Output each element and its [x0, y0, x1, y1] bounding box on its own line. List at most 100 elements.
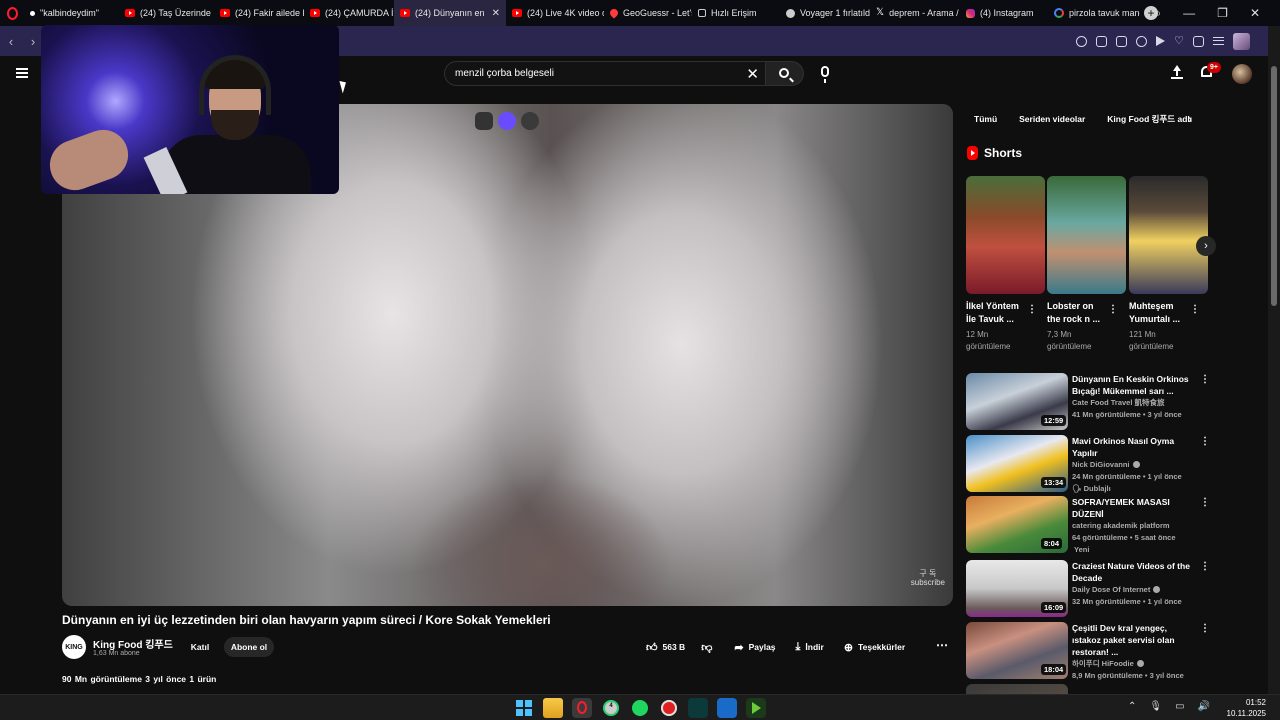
recommended-channel-row[interactable]: 하이푸디 HiFoodie — [1072, 658, 1192, 670]
download-icon[interactable] — [1193, 35, 1204, 47]
browser-tab[interactable]: GeoGuessr - Let's e — [604, 0, 692, 26]
kebab-menu-icon[interactable]: ⋮ — [1200, 374, 1210, 385]
page-scrollbar[interactable] — [1268, 26, 1280, 694]
short-title[interactable]: İlkel Yöntem İle Tavuk ... — [966, 300, 1028, 326]
miniplayer-icon[interactable] — [475, 112, 493, 130]
join-button[interactable]: Katıl — [183, 637, 217, 657]
windows-start-icon[interactable] — [514, 698, 534, 718]
browser-tab[interactable]: (24) Fakir ailede ked — [214, 0, 304, 26]
browser-tab[interactable]: (24) Live 4K video o — [506, 0, 604, 26]
short-item[interactable]: Muhteşem Yumurtalı ... 121 Mn görüntülem… — [1129, 176, 1208, 353]
search-tabs-icon[interactable]: ⌕ — [1154, 6, 1161, 21]
short-item[interactable]: Lobster on the rock n ... 7,3 Mn görüntü… — [1047, 176, 1126, 353]
browser-tab[interactable]: pirzola tavuk mang — [1048, 0, 1140, 26]
short-thumbnail[interactable] — [966, 176, 1045, 294]
recommended-video[interactable]: 12:59 Dünyanın En Keskin Orkinos Bıçağı!… — [966, 373, 1211, 433]
game-launcher-icon[interactable] — [746, 698, 766, 718]
camera-icon[interactable] — [1116, 35, 1128, 47]
recommended-video[interactable]: 16:09 Craziest Nature Videos of the Deca… — [966, 560, 1211, 620]
spotify-icon[interactable] — [630, 698, 650, 718]
clear-search-icon[interactable]: ✕ — [746, 65, 759, 83]
browser-tab[interactable]: Voyager 1 fırlatıldı — [780, 0, 870, 26]
kebab-menu-icon[interactable]: ⋮ — [1190, 304, 1200, 315]
opera-logo-icon[interactable] — [0, 0, 24, 26]
recommended-channel[interactable]: catering akademik platform — [1072, 520, 1192, 532]
kebab-menu-icon[interactable]: ⋮ — [1108, 304, 1118, 315]
dislike-button[interactable]: 👎︎ — [697, 637, 716, 657]
browser-tab[interactable]: (4) Instagram — [960, 0, 1048, 26]
search-input[interactable]: menzil çorba belgeseli ✕ — [444, 61, 766, 86]
browser-tab[interactable]: Hızlı Erişim — [692, 0, 780, 26]
microphone-icon[interactable] — [821, 66, 829, 83]
scrollbar-thumb[interactable] — [1271, 66, 1277, 306]
short-thumbnail[interactable] — [1047, 176, 1126, 294]
subscribe-button[interactable]: Abone ol — [224, 637, 274, 657]
short-title[interactable]: Muhteşem Yumurtalı ... — [1129, 300, 1191, 326]
close-window-button[interactable]: ✕ — [1250, 6, 1260, 20]
chip-channel[interactable]: King Food 킹푸드 adlı — [1099, 109, 1193, 129]
opera-browser-icon[interactable] — [572, 698, 592, 718]
sparkle-icon[interactable] — [498, 112, 516, 130]
recommended-channel[interactable]: 하이푸디 HiFoodie — [1072, 659, 1134, 668]
minimize-button[interactable]: — — [1183, 6, 1195, 20]
download-button[interactable]: ⤓ İndir — [792, 637, 828, 657]
browser-tab-active[interactable]: (24) Dünyanın en iyi ü ✕ — [394, 0, 506, 26]
like-button[interactable]: 👍︎ 563 B — [642, 637, 689, 657]
github-icon[interactable] — [659, 698, 679, 718]
kebab-menu-icon[interactable]: ⋮ — [1027, 304, 1037, 315]
close-tab-icon[interactable]: ✕ — [492, 8, 500, 19]
upload-icon[interactable] — [1170, 65, 1184, 79]
recommended-channel[interactable]: Daily Dose Of Internet — [1072, 585, 1150, 594]
recommended-channel[interactable]: Nick DiGiovanni — [1072, 460, 1130, 469]
thanks-button[interactable]: ⊕ Teşekkürler — [840, 637, 909, 657]
short-item[interactable]: İlkel Yöntem İle Tavuk ... 12 Mn görüntü… — [966, 176, 1045, 353]
chevron-up-icon[interactable]: ⌃ — [1128, 701, 1136, 712]
recommended-title[interactable]: Dünyanın En Keskin Orkinos Bıçağı! Mükem… — [1072, 373, 1192, 397]
edit-icon[interactable] — [1096, 35, 1108, 47]
shield-icon[interactable] — [1136, 35, 1148, 47]
kebab-menu-icon[interactable]: ⋮ — [1200, 561, 1210, 572]
mail-icon[interactable] — [717, 698, 737, 718]
more-actions-button[interactable]: ⋯ — [936, 638, 948, 652]
profile-avatar[interactable] — [1233, 32, 1250, 50]
channel-avatar[interactable]: KING — [62, 635, 86, 659]
kebab-menu-icon[interactable]: ⋮ — [1200, 497, 1210, 508]
chip-all[interactable]: Tümü — [966, 109, 1005, 129]
back-icon[interactable]: ‹ — [0, 34, 22, 49]
menu-icon[interactable] — [16, 68, 28, 78]
recommended-title[interactable]: Mavi Orkinos Nasıl Oyma Yapılır — [1072, 435, 1192, 459]
file-explorer-icon[interactable] — [543, 698, 563, 718]
video-thumbnail[interactable] — [966, 684, 1068, 694]
browser-tab[interactable]: 𝕏 deprem - Arama / X — [870, 0, 960, 26]
share-button[interactable]: ➦ Paylaş — [730, 637, 779, 657]
recommended-video[interactable]: 13:34 Mavi Orkinos Nasıl Oyma Yapılır Ni… — [966, 435, 1211, 495]
network-icon[interactable]: ▭ — [1175, 701, 1184, 712]
terminal-icon[interactable] — [688, 698, 708, 718]
kebab-menu-icon[interactable]: ⋮ — [1200, 623, 1210, 634]
volume-icon[interactable]: 🔊 — [1198, 701, 1210, 712]
kebab-menu-icon[interactable]: ⋮ — [1200, 436, 1210, 447]
menu-icon[interactable] — [1213, 37, 1224, 45]
chip-series[interactable]: Seriden videolar — [1011, 109, 1093, 129]
browser-tab[interactable]: "kalbindeydim" — [24, 0, 119, 26]
camera-icon[interactable] — [521, 112, 539, 130]
player-icon[interactable] — [1156, 36, 1166, 46]
channel-name[interactable]: King Food 킹푸드 — [93, 636, 173, 651]
search-icon[interactable] — [1076, 35, 1088, 47]
system-clock[interactable]: 01:52 10.11.2025 — [1227, 697, 1266, 719]
recommended-video[interactable]: 8:04 SOFRA/YEMEK MASASI DÜZENİ catering … — [966, 496, 1211, 556]
account-avatar[interactable] — [1232, 64, 1252, 84]
recommended-video[interactable]: 18:04 Çeşitli Dev kral yengeç, ıstakoz p… — [966, 622, 1211, 682]
maximize-button[interactable]: ❐ — [1217, 6, 1228, 20]
heart-icon[interactable]: ♡ — [1174, 35, 1184, 47]
recommended-video-partial[interactable] — [966, 684, 1211, 694]
short-title[interactable]: Lobster on the rock n ... — [1047, 300, 1109, 326]
search-button[interactable] — [766, 61, 804, 86]
chevron-right-icon[interactable]: › — [1188, 112, 1192, 126]
recommended-title[interactable]: SOFRA/YEMEK MASASI DÜZENİ — [1072, 496, 1192, 520]
microphone-icon[interactable]: 🎙 — [1149, 701, 1162, 712]
recommended-channel-row[interactable]: Daily Dose Of Internet — [1072, 584, 1192, 596]
recommended-channel[interactable]: Cate Food Travel 凱特食旅 — [1072, 397, 1192, 409]
browser-tab[interactable]: (24) ÇAMURDA İLİK — [304, 0, 394, 26]
recommended-channel-row[interactable]: Nick DiGiovanni — [1072, 459, 1192, 471]
